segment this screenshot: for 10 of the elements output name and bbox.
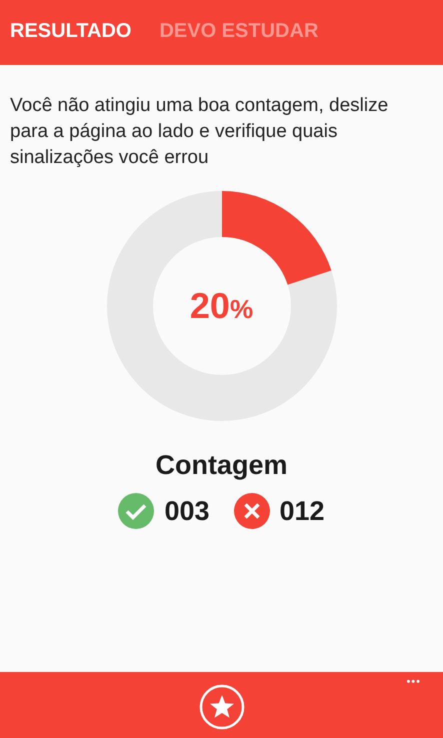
- result-message: Você não atingiu uma boa contagem, deslize para a página ao lado e verifique quais sinalizações você errou: [10, 94, 390, 170]
- percent-unit: %: [230, 294, 254, 324]
- cross-icon: [234, 493, 270, 529]
- check-icon: [118, 493, 154, 529]
- count-value: 012: [280, 496, 325, 526]
- count-title: Contagem: [154, 450, 288, 481]
- more-button[interactable]: •••: [406, 676, 421, 688]
- count-value: 003: [164, 496, 210, 526]
- tab[interactable]: RESULTADO: [10, 20, 132, 43]
- percent-value: 20: [190, 285, 230, 327]
